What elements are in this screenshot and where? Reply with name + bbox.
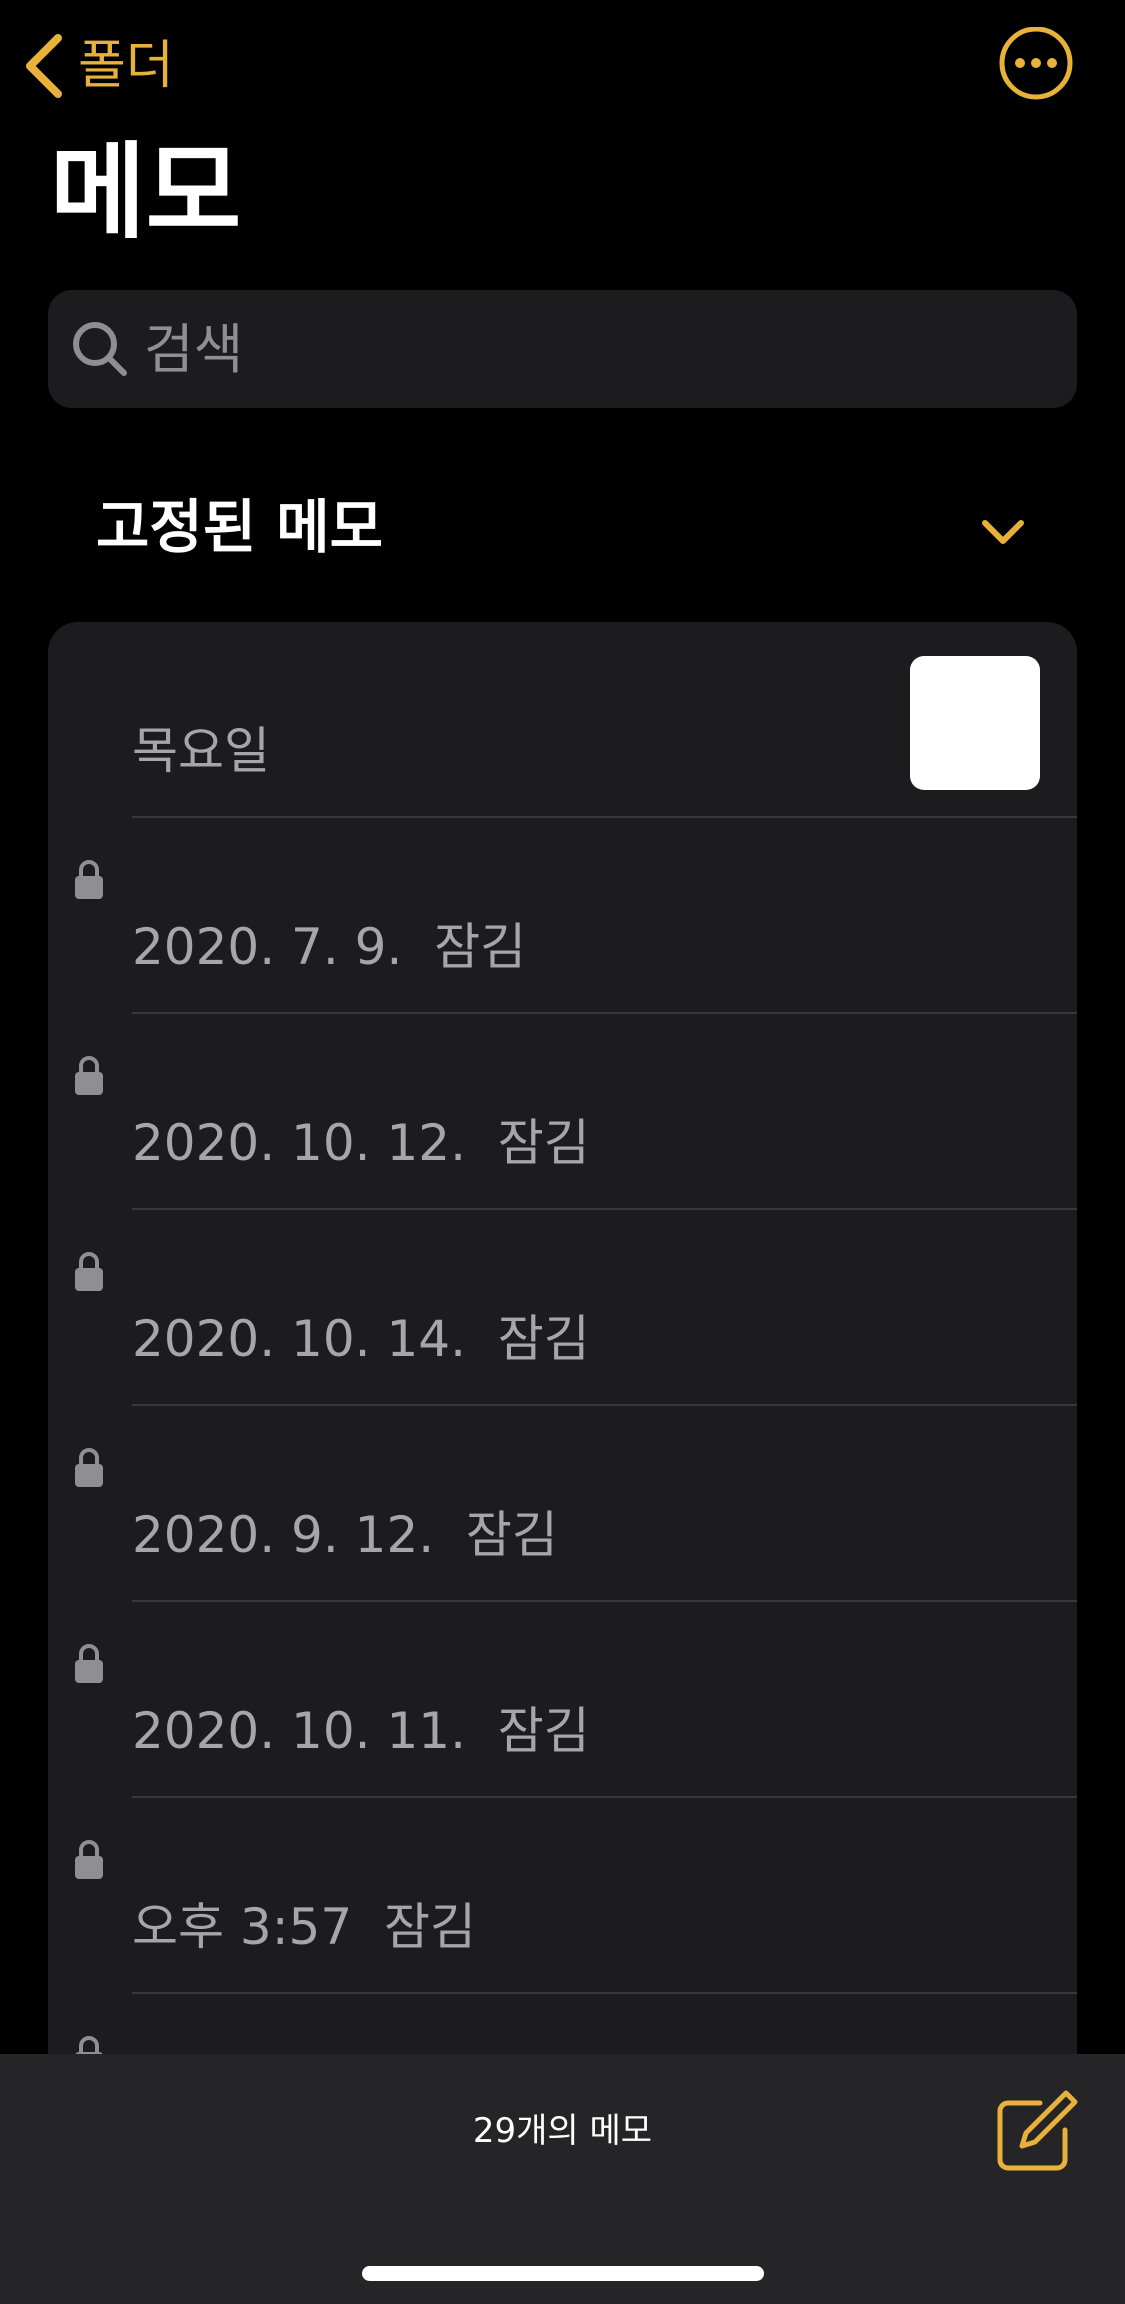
note-title: 목요일 <box>132 722 270 780</box>
lock-icon <box>75 1644 103 1683</box>
note-title: 오후 3:57 잠김 <box>132 1898 476 1956</box>
search-input[interactable] <box>142 308 1077 390</box>
note-row[interactable]: 2020. 7. 9. 잠김 <box>48 818 1077 1014</box>
more-options-button[interactable] <box>998 27 1114 143</box>
notes-count: 29개의 메모 <box>472 2111 653 2151</box>
note-title: 2020. 9. 12. 잠김 <box>132 1506 558 1564</box>
chevron-left-icon <box>26 34 62 98</box>
pinned-section-header[interactable]: 고정된 메모 <box>48 480 1077 590</box>
back-button[interactable]: 폴더 <box>22 28 174 104</box>
lock-icon <box>75 860 103 899</box>
pinned-section-title: 고정된 메모 <box>96 493 383 561</box>
lock-icon <box>75 1252 103 1291</box>
chevron-down-icon[interactable] <box>980 518 1026 548</box>
note-row[interactable]: 오후 3:57 잠김 <box>48 1798 1077 1994</box>
note-thumbnail <box>910 656 1040 790</box>
note-row[interactable]: 목요일 <box>48 622 1077 818</box>
bottom-toolbar: 29개의 메모 <box>0 2054 1125 2304</box>
compose-icon <box>997 2090 1078 2171</box>
lock-icon <box>75 1840 103 1879</box>
search-icon <box>73 322 127 376</box>
home-indicator <box>362 2266 764 2281</box>
note-title: 2020. 10. 14. 잠김 <box>132 1310 590 1368</box>
lock-icon <box>75 1056 103 1095</box>
navigation-bar: 폴더 <box>0 0 1125 130</box>
back-label: 폴더 <box>78 36 174 96</box>
compose-button[interactable] <box>994 2090 1078 2174</box>
note-title: 2020. 10. 12. 잠김 <box>132 1114 590 1172</box>
note-row[interactable]: 2020. 10. 12. 잠김 <box>48 1014 1077 1210</box>
notes-list: 목요일 2020. 7. 9. 잠김 2020. 10. 12. 잠김 2020… <box>48 622 1077 2082</box>
note-row[interactable]: 2020. 9. 12. 잠김 <box>48 1406 1077 1602</box>
note-row[interactable]: 2020. 10. 11. 잠김 <box>48 1602 1077 1798</box>
page-title: 메모 <box>50 131 242 253</box>
note-row[interactable]: 2020. 10. 14. 잠김 <box>48 1210 1077 1406</box>
lock-icon <box>75 1448 103 1487</box>
ellipsis-circle-icon <box>999 27 1073 100</box>
note-title: 2020. 7. 9. 잠김 <box>132 918 527 976</box>
note-title: 2020. 10. 11. 잠김 <box>132 1702 590 1760</box>
search-bar[interactable] <box>48 290 1077 408</box>
